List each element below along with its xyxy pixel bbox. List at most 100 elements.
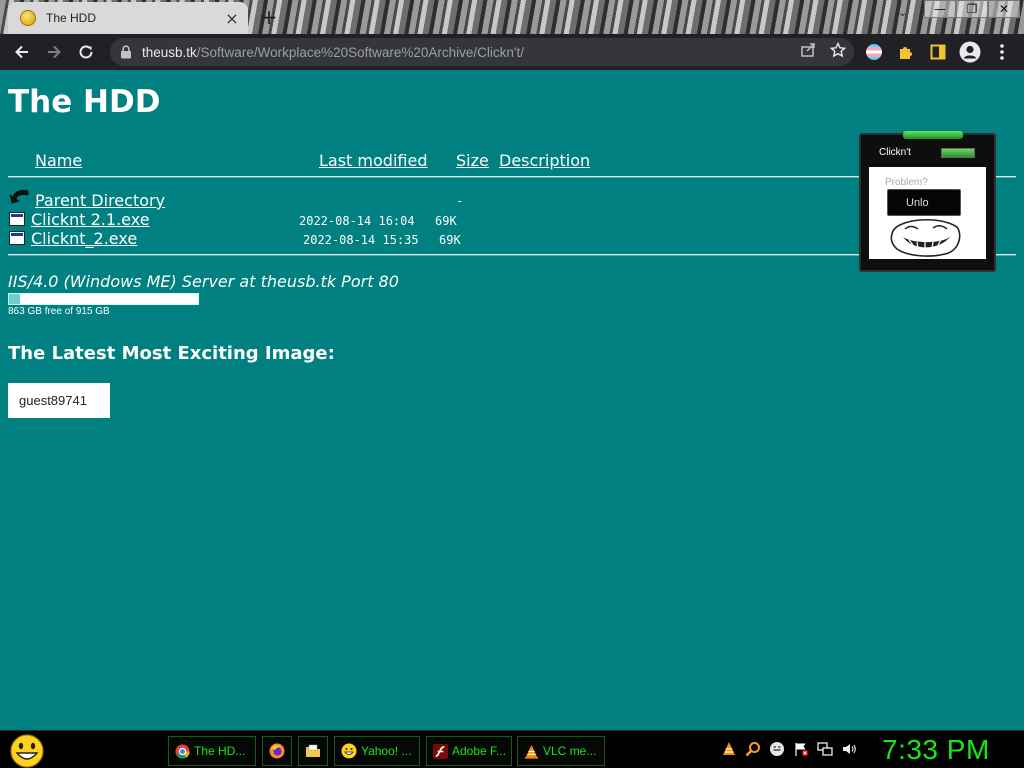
disk-free-text: 863 GB free of 915 GB — [8, 306, 110, 317]
reading-list-button[interactable] — [926, 38, 950, 66]
tray-vlc[interactable] — [720, 740, 738, 758]
chrome-icon — [175, 743, 190, 759]
file-size: 69K — [435, 214, 457, 228]
flag-warning-icon — [795, 743, 809, 757]
network-icon — [817, 742, 833, 756]
file-size: 69K — [439, 233, 461, 247]
tab-strip: The HDD × + ⌄ — ❐ ✕ — [0, 0, 1024, 34]
browser-toolbar: theusb.tk/Software/Workplace%20Software%… — [0, 34, 1024, 70]
adobe-flash-icon — [433, 743, 448, 759]
server-signature: IIS/4.0 (Windows ME) Server at theusb.tk… — [8, 272, 399, 291]
extensions-area — [862, 38, 1014, 66]
extensions-button[interactable] — [894, 38, 918, 66]
folder-icon — [306, 744, 320, 757]
tray-messenger[interactable] — [768, 740, 786, 758]
start-button[interactable] — [8, 734, 46, 768]
firefox-icon — [269, 743, 285, 759]
tray-network[interactable] — [816, 740, 834, 758]
kebab-menu-icon — [1000, 44, 1004, 60]
profile-flag-extension[interactable] — [862, 38, 886, 66]
task-label: Yahoo! ... — [361, 744, 412, 758]
file-modified: 2022-08-14 15:35 — [303, 233, 419, 247]
guest-label: guest89741 — [19, 393, 87, 408]
lock-icon — [121, 45, 131, 59]
task-yahoo[interactable]: Yahoo! ... — [334, 736, 420, 766]
task-vlc[interactable]: VLC me... — [517, 736, 605, 766]
smiley-favicon-icon — [20, 10, 36, 26]
magnifier-icon — [745, 742, 760, 757]
sort-by-description-link[interactable]: Description — [499, 151, 590, 170]
file-link-clicknt-2[interactable]: Clicknt_2.exe — [31, 229, 137, 248]
latest-image-heading: The Latest Most Exciting Image: — [8, 343, 335, 364]
task-label: Adobe F... — [452, 744, 507, 758]
parent-directory-link[interactable]: Parent Directory — [35, 191, 165, 210]
task-firefox[interactable] — [262, 736, 292, 766]
browser-tab[interactable]: The HDD × — [8, 2, 248, 34]
puzzle-icon — [900, 47, 912, 59]
disk-usage-bar — [8, 293, 199, 305]
taskbar-clock[interactable]: 7:33 PM — [882, 734, 990, 766]
widget-title: Clickn't — [879, 147, 911, 158]
vlc-icon — [524, 744, 539, 759]
page-content: The HDD Name Last modified Size Descript… — [0, 70, 1024, 730]
widget-unlock-label: Unlo — [906, 196, 929, 209]
forward-button[interactable] — [38, 36, 70, 68]
task-label: VLC me... — [543, 744, 597, 758]
reload-icon — [79, 45, 93, 59]
trans-flag-icon — [866, 44, 882, 60]
exe-file-icon — [9, 212, 25, 226]
tab-search-chevron-icon[interactable]: ⌄ — [898, 6, 907, 19]
tab-close-button[interactable]: × — [224, 9, 240, 28]
speaker-icon — [843, 744, 856, 754]
file-modified: 2022-08-14 16:04 — [299, 214, 415, 228]
back-button[interactable] — [6, 36, 38, 68]
profile-avatar-icon — [959, 41, 981, 63]
task-chrome[interactable]: The HD... — [168, 736, 256, 766]
close-button[interactable]: ✕ — [988, 0, 1020, 18]
bookmark-star-icon[interactable] — [830, 42, 846, 58]
parent-size: - — [456, 194, 464, 208]
file-link-clicknt-2-1[interactable]: Clicknt 2.1.exe — [31, 210, 150, 229]
new-tab-button[interactable]: + — [258, 5, 280, 29]
minimize-button[interactable]: — — [924, 0, 956, 18]
task-adobe-flash[interactable]: Adobe F... — [426, 736, 512, 766]
exe-file-icon — [9, 231, 25, 245]
widget-unlock-button[interactable]: Unlo — [887, 189, 961, 216]
window-controls: — ❐ ✕ — [924, 0, 1020, 18]
url-path: /Software/Workplace%20Software%20Archive… — [196, 44, 525, 60]
tab-title: The HDD — [46, 11, 97, 25]
widget-top-indicator — [903, 131, 963, 139]
widget-meter — [941, 148, 975, 158]
clicknt-widget[interactable]: Clickn't Problem? Unlo — [859, 131, 996, 272]
address-bar[interactable]: theusb.tk/Software/Workplace%20Software%… — [110, 38, 854, 66]
back-arrow-folder-icon — [9, 190, 29, 204]
forward-arrow-icon — [48, 45, 61, 59]
vlc-tray-icon — [723, 742, 735, 755]
widget-panel: Problem? Unlo — [869, 167, 986, 259]
tray-volume[interactable] — [840, 740, 858, 758]
task-explorer[interactable] — [298, 736, 328, 766]
tray-search[interactable] — [744, 740, 762, 758]
share-icon[interactable] — [800, 42, 816, 58]
sidebar-panel-icon — [930, 44, 946, 60]
page-title: The HDD — [8, 84, 161, 120]
sort-by-size-link[interactable]: Size — [456, 151, 489, 170]
guest-label-box: guest89741 — [8, 383, 110, 418]
sort-by-name-link[interactable]: Name — [35, 151, 82, 170]
profile-button[interactable] — [958, 38, 982, 66]
reload-button[interactable] — [70, 36, 102, 68]
sort-by-modified-link[interactable]: Last modified — [319, 151, 427, 170]
trollface-icon — [890, 218, 961, 257]
maximize-button[interactable]: ❐ — [956, 0, 988, 18]
url-text: theusb.tk/Software/Workplace%20Software%… — [142, 45, 524, 60]
tray-action-center[interactable] — [792, 740, 810, 758]
back-arrow-icon — [15, 45, 28, 59]
widget-problem-text: Problem? — [885, 177, 928, 188]
yahoo-smiley-icon — [341, 743, 357, 759]
url-host: theusb.tk — [142, 44, 197, 60]
disk-usage-fill — [9, 294, 20, 304]
widget-meter-fill — [942, 149, 974, 157]
neutral-face-icon — [770, 742, 784, 756]
taskbar: The HD... Yahoo! ... Adobe F... VLC me..… — [0, 730, 1024, 768]
menu-button[interactable] — [990, 38, 1014, 66]
